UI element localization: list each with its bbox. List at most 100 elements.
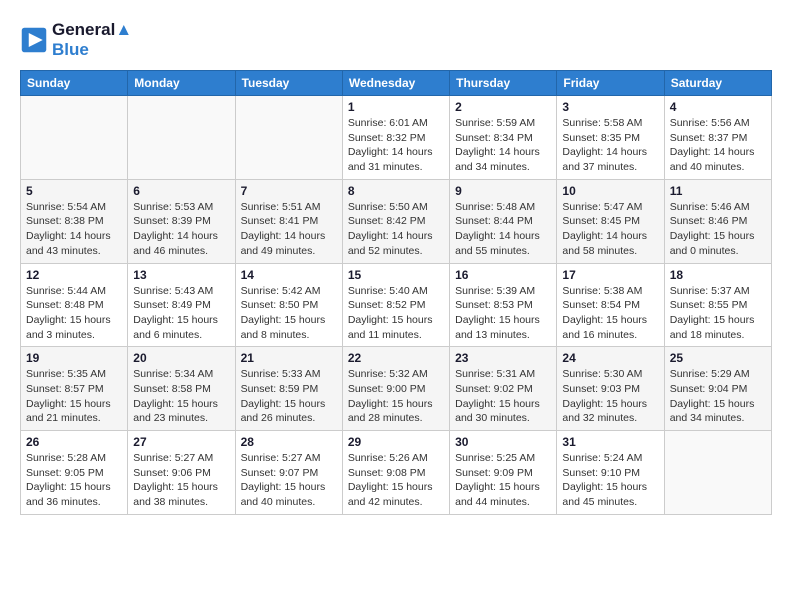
calendar-week-3: 12Sunrise: 5:44 AM Sunset: 8:48 PM Dayli… xyxy=(21,263,772,347)
calendar-cell: 19 Sunrise: 5:35 AM Sunset: 8:57 PM Dayli… xyxy=(21,347,128,431)
day-number: 7 xyxy=(241,184,337,198)
day-info: Sunrise: 5:31 AM Sunset: 9:02 PM Dayligh… xyxy=(455,367,551,426)
calendar-cell: 15 Sunrise: 5:40 AM Sunset: 8:52 PM Dayli… xyxy=(342,263,449,347)
day-info: Sunrise: 5:28 AM Sunset: 9:05 PM Dayligh… xyxy=(26,451,122,510)
calendar-cell: 11Sunrise: 5:46 AM Sunset: 8:46 PM Dayli… xyxy=(664,179,771,263)
calendar-cell: 7 Sunrise: 5:51 AM Sunset: 8:41 PM Daylig… xyxy=(235,179,342,263)
day-number: 27 xyxy=(133,435,229,449)
calendar-cell: 12Sunrise: 5:44 AM Sunset: 8:48 PM Dayli… xyxy=(21,263,128,347)
page-header: General▲ Blue xyxy=(20,20,772,60)
day-number: 4 xyxy=(670,100,766,114)
day-info: Sunrise: 6:01 AM Sunset: 8:32 PM Dayligh… xyxy=(348,116,444,175)
logo-text: General▲ Blue xyxy=(52,20,132,60)
day-number: 19 xyxy=(26,351,122,365)
day-info: Sunrise: 5:42 AM Sunset: 8:50 PM Dayligh… xyxy=(241,284,337,343)
calendar-cell: 27 Sunrise: 5:27 AM Sunset: 9:06 PM Dayli… xyxy=(128,431,235,515)
day-number: 6 xyxy=(133,184,229,198)
day-info: Sunrise: 5:34 AM Sunset: 8:58 PM Dayligh… xyxy=(133,367,229,426)
day-info: Sunrise: 5:33 AM Sunset: 8:59 PM Dayligh… xyxy=(241,367,337,426)
day-number: 8 xyxy=(348,184,444,198)
day-info: Sunrise: 5:30 AM Sunset: 9:03 PM Dayligh… xyxy=(562,367,658,426)
day-info: Sunrise: 5:54 AM Sunset: 8:38 PM Dayligh… xyxy=(26,200,122,259)
day-number: 29 xyxy=(348,435,444,449)
calendar-cell xyxy=(664,431,771,515)
calendar-cell: 18 Sunrise: 5:37 AM Sunset: 8:55 PM Dayli… xyxy=(664,263,771,347)
calendar-cell: 24 Sunrise: 5:30 AM Sunset: 9:03 PM Dayli… xyxy=(557,347,664,431)
day-number: 1 xyxy=(348,100,444,114)
day-info: Sunrise: 5:40 AM Sunset: 8:52 PM Dayligh… xyxy=(348,284,444,343)
day-info: Sunrise: 5:51 AM Sunset: 8:41 PM Dayligh… xyxy=(241,200,337,259)
calendar-cell: 17 Sunrise: 5:38 AM Sunset: 8:54 PM Dayli… xyxy=(557,263,664,347)
day-number: 21 xyxy=(241,351,337,365)
day-info: Sunrise: 5:47 AM Sunset: 8:45 PM Dayligh… xyxy=(562,200,658,259)
day-info: Sunrise: 5:59 AM Sunset: 8:34 PM Dayligh… xyxy=(455,116,551,175)
weekday-header-monday: Monday xyxy=(128,71,235,96)
logo-icon xyxy=(20,26,48,54)
day-info: Sunrise: 5:35 AM Sunset: 8:57 PM Dayligh… xyxy=(26,367,122,426)
day-number: 16 xyxy=(455,268,551,282)
calendar-cell: 8 Sunrise: 5:50 AM Sunset: 8:42 PM Daylig… xyxy=(342,179,449,263)
day-number: 20 xyxy=(133,351,229,365)
calendar-cell: 4 Sunrise: 5:56 AM Sunset: 8:37 PM Daylig… xyxy=(664,96,771,180)
calendar-cell: 21 Sunrise: 5:33 AM Sunset: 8:59 PM Dayli… xyxy=(235,347,342,431)
calendar-cell: 16Sunrise: 5:39 AM Sunset: 8:53 PM Dayli… xyxy=(450,263,557,347)
day-number: 15 xyxy=(348,268,444,282)
calendar-week-5: 26Sunrise: 5:28 AM Sunset: 9:05 PM Dayli… xyxy=(21,431,772,515)
day-number: 9 xyxy=(455,184,551,198)
calendar-cell: 5Sunrise: 5:54 AM Sunset: 8:38 PM Daylig… xyxy=(21,179,128,263)
calendar-cell: 3 Sunrise: 5:58 AM Sunset: 8:35 PM Daylig… xyxy=(557,96,664,180)
day-info: Sunrise: 5:37 AM Sunset: 8:55 PM Dayligh… xyxy=(670,284,766,343)
calendar-cell: 30 Sunrise: 5:25 AM Sunset: 9:09 PM Dayli… xyxy=(450,431,557,515)
calendar-cell: 28 Sunrise: 5:27 AM Sunset: 9:07 PM Dayli… xyxy=(235,431,342,515)
day-number: 25 xyxy=(670,351,766,365)
day-number: 22 xyxy=(348,351,444,365)
day-info: Sunrise: 5:26 AM Sunset: 9:08 PM Dayligh… xyxy=(348,451,444,510)
weekday-header-tuesday: Tuesday xyxy=(235,71,342,96)
weekday-header-friday: Friday xyxy=(557,71,664,96)
weekday-header-thursday: Thursday xyxy=(450,71,557,96)
day-number: 13 xyxy=(133,268,229,282)
calendar-cell: 9Sunrise: 5:48 AM Sunset: 8:44 PM Daylig… xyxy=(450,179,557,263)
weekday-header-wednesday: Wednesday xyxy=(342,71,449,96)
calendar-cell: 31 Sunrise: 5:24 AM Sunset: 9:10 PM Dayli… xyxy=(557,431,664,515)
day-number: 3 xyxy=(562,100,658,114)
calendar: SundayMondayTuesdayWednesdayThursdayFrid… xyxy=(20,70,772,515)
day-number: 14 xyxy=(241,268,337,282)
day-number: 28 xyxy=(241,435,337,449)
day-number: 17 xyxy=(562,268,658,282)
calendar-cell: 13Sunrise: 5:43 AM Sunset: 8:49 PM Dayli… xyxy=(128,263,235,347)
calendar-cell xyxy=(21,96,128,180)
day-info: Sunrise: 5:56 AM Sunset: 8:37 PM Dayligh… xyxy=(670,116,766,175)
calendar-header-row: SundayMondayTuesdayWednesdayThursdayFrid… xyxy=(21,71,772,96)
calendar-week-2: 5Sunrise: 5:54 AM Sunset: 8:38 PM Daylig… xyxy=(21,179,772,263)
calendar-cell: 10 Sunrise: 5:47 AM Sunset: 8:45 PM Dayli… xyxy=(557,179,664,263)
weekday-header-sunday: Sunday xyxy=(21,71,128,96)
day-number: 18 xyxy=(670,268,766,282)
calendar-cell: 22 Sunrise: 5:32 AM Sunset: 9:00 PM Dayli… xyxy=(342,347,449,431)
calendar-cell: 14 Sunrise: 5:42 AM Sunset: 8:50 PM Dayli… xyxy=(235,263,342,347)
calendar-cell: 20 Sunrise: 5:34 AM Sunset: 8:58 PM Dayli… xyxy=(128,347,235,431)
day-info: Sunrise: 5:50 AM Sunset: 8:42 PM Dayligh… xyxy=(348,200,444,259)
calendar-cell xyxy=(235,96,342,180)
day-info: Sunrise: 5:27 AM Sunset: 9:06 PM Dayligh… xyxy=(133,451,229,510)
day-info: Sunrise: 5:38 AM Sunset: 8:54 PM Dayligh… xyxy=(562,284,658,343)
day-number: 24 xyxy=(562,351,658,365)
day-number: 12 xyxy=(26,268,122,282)
day-info: Sunrise: 5:25 AM Sunset: 9:09 PM Dayligh… xyxy=(455,451,551,510)
day-info: Sunrise: 5:58 AM Sunset: 8:35 PM Dayligh… xyxy=(562,116,658,175)
day-number: 30 xyxy=(455,435,551,449)
day-info: Sunrise: 5:24 AM Sunset: 9:10 PM Dayligh… xyxy=(562,451,658,510)
day-info: Sunrise: 5:29 AM Sunset: 9:04 PM Dayligh… xyxy=(670,367,766,426)
calendar-cell: 2Sunrise: 5:59 AM Sunset: 8:34 PM Daylig… xyxy=(450,96,557,180)
day-number: 31 xyxy=(562,435,658,449)
calendar-week-1: 1 Sunrise: 6:01 AM Sunset: 8:32 PM Daylig… xyxy=(21,96,772,180)
day-number: 10 xyxy=(562,184,658,198)
day-info: Sunrise: 5:27 AM Sunset: 9:07 PM Dayligh… xyxy=(241,451,337,510)
weekday-header-saturday: Saturday xyxy=(664,71,771,96)
calendar-cell: 6Sunrise: 5:53 AM Sunset: 8:39 PM Daylig… xyxy=(128,179,235,263)
day-info: Sunrise: 5:32 AM Sunset: 9:00 PM Dayligh… xyxy=(348,367,444,426)
calendar-cell: 23Sunrise: 5:31 AM Sunset: 9:02 PM Dayli… xyxy=(450,347,557,431)
calendar-cell: 1 Sunrise: 6:01 AM Sunset: 8:32 PM Daylig… xyxy=(342,96,449,180)
day-number: 11 xyxy=(670,184,766,198)
logo: General▲ Blue xyxy=(20,20,132,60)
